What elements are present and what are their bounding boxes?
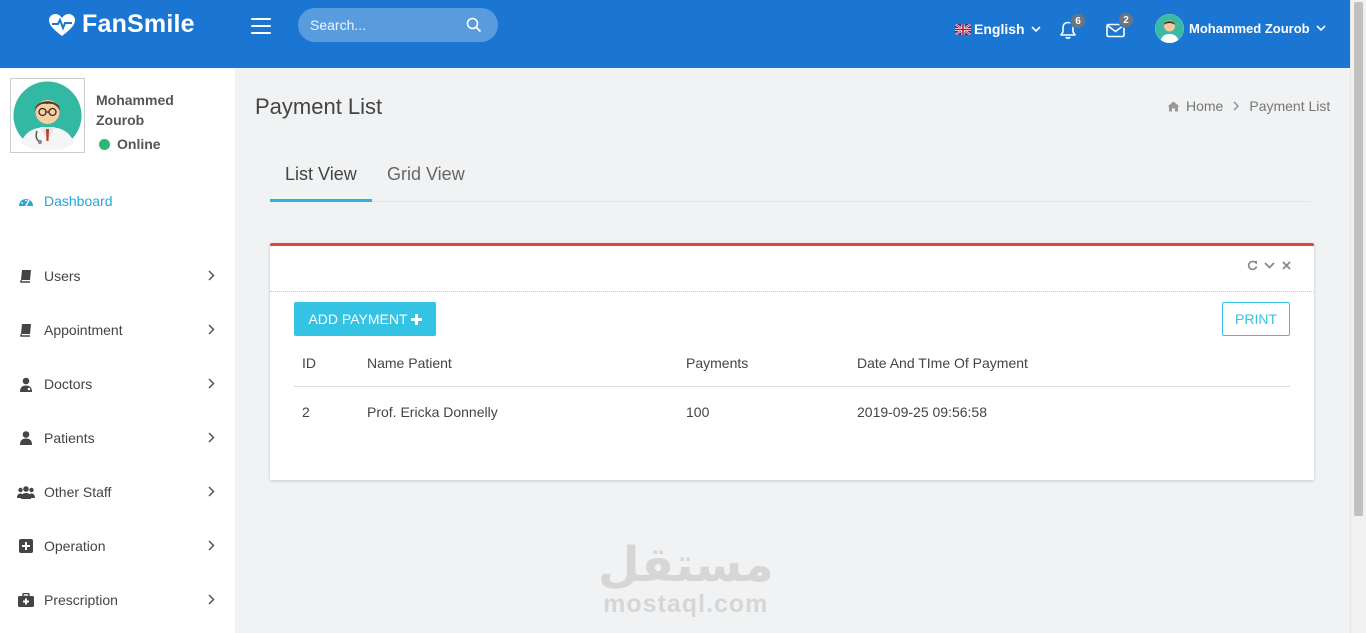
book-icon — [17, 323, 35, 337]
breadcrumb-current: Payment List — [1249, 98, 1331, 114]
online-status: Online — [99, 136, 161, 152]
card-divider — [270, 291, 1314, 292]
status-label: Online — [117, 136, 161, 152]
chevron-right-icon — [208, 378, 215, 389]
user-menu[interactable]: Mohammed Zourob — [1155, 14, 1326, 43]
top-navbar: FanSmile English 6 — [0, 0, 1350, 68]
notifications-badge: 6 — [1070, 13, 1086, 29]
chevron-down-icon — [1316, 25, 1326, 32]
brand-name: FanSmile — [82, 10, 195, 38]
breadcrumb-home[interactable]: Home — [1186, 98, 1223, 114]
sidebar-item-label: Prescription — [44, 592, 118, 608]
language-selector[interactable]: English — [955, 21, 1041, 37]
messages-badge: 2 — [1118, 12, 1134, 28]
chevron-right-icon — [208, 432, 215, 443]
active-tab-indicator — [270, 199, 372, 202]
add-payment-label: ADD PAYMENT — [308, 311, 408, 327]
cell-id: 2 — [302, 404, 310, 421]
search-box — [298, 8, 498, 42]
watermark-latin: mostaql.com — [603, 590, 769, 618]
sidebar: Mohammed Zourob Online Dashboard Users A… — [0, 68, 235, 633]
heart-pulse-icon — [49, 13, 75, 36]
sidebar-item-label: Doctors — [44, 376, 93, 392]
print-button[interactable]: PRINT — [1222, 302, 1290, 336]
scrollbar-thumb[interactable] — [1354, 2, 1363, 516]
sidebar-item-label: Other Staff — [44, 484, 112, 500]
search-input[interactable] — [310, 17, 460, 33]
cell-payment: 100 — [686, 404, 710, 421]
payments-table: ID Name Patient Payments Date And TIme O… — [294, 341, 1290, 438]
tab-grid-view[interactable]: Grid View — [387, 164, 465, 185]
table-row[interactable]: 2 Prof. Ericka Donnelly 100 2019-09-25 0… — [294, 386, 1290, 438]
brand-logo[interactable]: FanSmile — [48, 10, 195, 39]
table-header-row: ID Name Patient Payments Date And TIme O… — [294, 341, 1290, 387]
cell-datetime: 2019-09-25 09:56:58 — [857, 404, 987, 421]
profile-avatar — [10, 78, 85, 153]
column-header: Name Patient — [359, 341, 678, 387]
user-name: Mohammed Zourob — [1189, 21, 1310, 36]
cell-patient-name: Prof. Ericka Donnelly — [367, 404, 498, 421]
dashboard-icon — [17, 194, 35, 208]
tab-list-view[interactable]: List View — [285, 164, 357, 185]
card-tools — [1247, 260, 1292, 271]
close-icon[interactable] — [1281, 260, 1292, 271]
search-icon[interactable] — [466, 17, 482, 33]
breadcrumb: Home Payment List — [1167, 98, 1330, 114]
home-icon — [1167, 101, 1180, 111]
payment-card: ADD PAYMENT PRINT ID Name Patient Paymen… — [270, 243, 1314, 480]
chevron-right-icon — [208, 594, 215, 605]
view-tabs: List View Grid View — [270, 152, 1310, 202]
sidebar-item-other-staff[interactable]: Other Staff — [17, 480, 217, 504]
book-icon — [17, 269, 35, 283]
refresh-icon[interactable] — [1247, 260, 1258, 271]
online-dot-icon — [99, 138, 110, 150]
plus-square-icon — [17, 539, 35, 553]
sidebar-item-users[interactable]: Users — [17, 264, 217, 288]
watermark: مستقل mostaql.com — [598, 540, 774, 619]
uk-flag-icon — [955, 23, 971, 35]
users-icon — [17, 485, 35, 499]
collapse-icon[interactable] — [1264, 260, 1275, 271]
sidebar-item-patients[interactable]: Patients — [17, 426, 217, 450]
sidebar-item-operation[interactable]: Operation — [17, 534, 217, 558]
column-header: ID — [294, 341, 359, 387]
sidebar-item-doctors[interactable]: Doctors — [17, 372, 217, 396]
page-title: Payment List — [255, 94, 383, 119]
doctor-icon — [17, 377, 35, 392]
plus-icon — [410, 313, 422, 325]
sidebar-item-label: Patients — [44, 430, 95, 446]
profile-name: Mohammed Zourob — [96, 92, 174, 128]
chevron-right-icon — [208, 540, 215, 551]
chevron-right-icon — [208, 324, 215, 335]
sidebar-item-appointment[interactable]: Appointment — [17, 318, 217, 342]
column-header: Date And TIme Of Payment — [849, 341, 1290, 387]
language-label: English — [974, 21, 1025, 37]
avatar — [1155, 14, 1184, 43]
sidebar-item-label: Appointment — [44, 322, 123, 338]
chevron-right-icon — [1233, 101, 1240, 111]
add-payment-button[interactable]: ADD PAYMENT — [294, 302, 436, 336]
sidebar-item-label: Operation — [44, 538, 106, 554]
vertical-scrollbar[interactable] — [1350, 0, 1366, 633]
medkit-icon — [17, 593, 35, 607]
sidebar-item-label: Dashboard — [44, 193, 113, 209]
sidebar-item-label: Users — [44, 268, 81, 284]
notifications-button[interactable]: 6 — [1059, 13, 1086, 45]
chevron-down-icon — [1030, 25, 1041, 32]
sidebar-item-dashboard[interactable]: Dashboard — [17, 189, 217, 213]
sidebar-item-prescription[interactable]: Prescription — [17, 588, 217, 612]
column-header: Payments — [678, 341, 849, 387]
watermark-arabic: مستقل — [598, 537, 774, 593]
user-icon — [17, 431, 35, 445]
chevron-right-icon — [208, 486, 215, 497]
chevron-right-icon — [208, 270, 215, 281]
messages-button[interactable]: 2 — [1106, 12, 1134, 43]
menu-toggle-icon[interactable] — [251, 18, 271, 34]
